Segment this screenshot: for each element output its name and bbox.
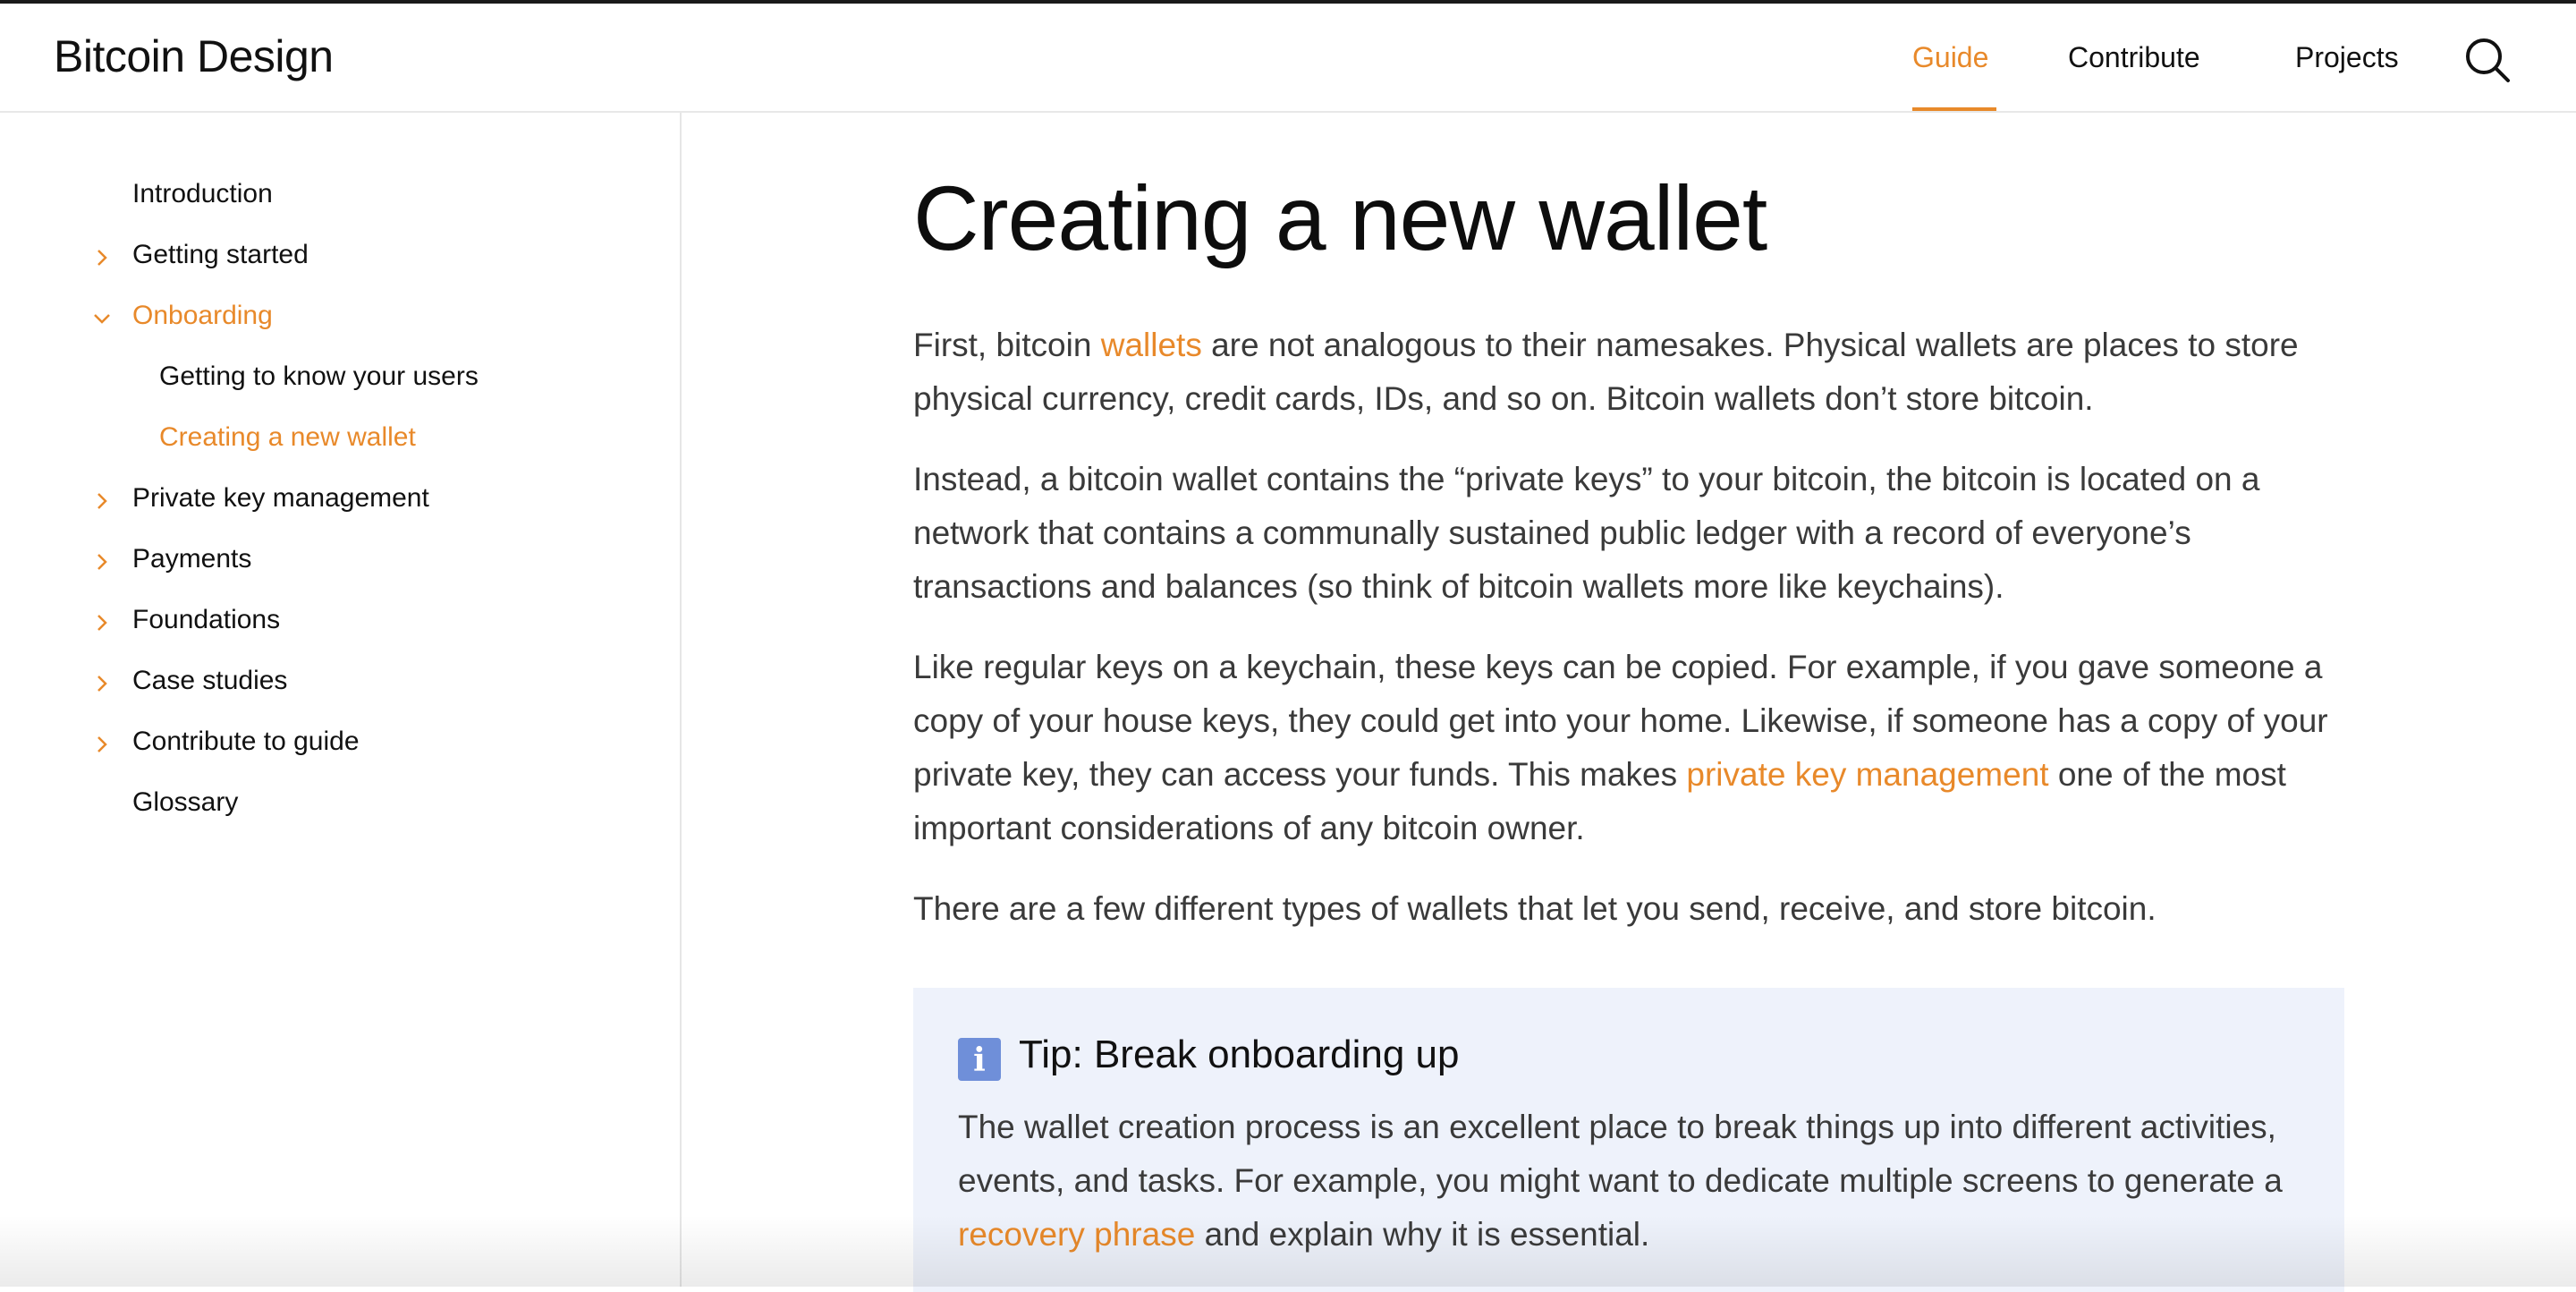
paragraph-private-keys: Instead, a bitcoin wallet contains the “… bbox=[913, 461, 2260, 605]
tip-text: The wallet creation process is an excell… bbox=[958, 1101, 2300, 1262]
sidebar-item-case-studies[interactable]: Case studies bbox=[132, 666, 287, 696]
paragraph-text: First, bitcoin bbox=[913, 327, 1101, 363]
brand-logo-link[interactable]: Bitcoin Design bbox=[54, 30, 334, 82]
nav-guide[interactable]: Guide bbox=[1912, 41, 1988, 74]
nav-active-indicator bbox=[1912, 107, 1996, 111]
sidebar-item-foundations[interactable]: Foundations bbox=[132, 605, 280, 635]
paragraph-intro: First, bitcoin wallets are not analogous… bbox=[913, 319, 2344, 426]
chevron-right-icon[interactable] bbox=[91, 612, 113, 633]
sidebar-item-glossary[interactable]: Glossary bbox=[132, 787, 238, 818]
tip-text-part: The wallet creation process is an excell… bbox=[958, 1109, 2283, 1199]
nav-projects[interactable]: Projects bbox=[2295, 41, 2399, 74]
wallets-link[interactable]: wallets bbox=[1101, 327, 1202, 363]
paragraph-keychain: Like regular keys on a keychain, these k… bbox=[913, 641, 2344, 855]
paragraph-wallet-types: There are a few different types of walle… bbox=[913, 890, 2157, 927]
tip-title: Tip: Break onboarding up bbox=[1019, 1033, 1460, 1076]
sidebar-item-getting-started[interactable]: Getting started bbox=[132, 240, 309, 270]
nav-contribute[interactable]: Contribute bbox=[2068, 41, 2200, 74]
private-key-management-link[interactable]: private key management bbox=[1686, 756, 2048, 793]
chevron-down-icon[interactable] bbox=[91, 308, 113, 329]
info-icon: i bbox=[958, 1038, 1001, 1081]
tip-text-part: and explain why it is essential. bbox=[1195, 1216, 1650, 1253]
sidebar-item-contribute-to-guide[interactable]: Contribute to guide bbox=[132, 727, 360, 757]
chevron-right-icon[interactable] bbox=[91, 734, 113, 755]
sidebar-item-introduction[interactable]: Introduction bbox=[132, 179, 273, 209]
recovery-phrase-link[interactable]: recovery phrase bbox=[958, 1216, 1195, 1253]
chevron-right-icon[interactable] bbox=[91, 551, 113, 573]
sidebar-item-private-key-management[interactable]: Private key management bbox=[132, 483, 429, 514]
sidebar-subitem-creating-new-wallet[interactable]: Creating a new wallet bbox=[159, 422, 416, 453]
sidebar-item-payments[interactable]: Payments bbox=[132, 544, 251, 574]
chevron-right-icon[interactable] bbox=[91, 490, 113, 512]
sidebar-item-onboarding[interactable]: Onboarding bbox=[132, 301, 273, 331]
tip-callout: i Tip: Break onboarding up The wallet cr… bbox=[913, 988, 2344, 1292]
guide-sidebar: Introduction Getting started Onboarding … bbox=[0, 113, 682, 1287]
chevron-right-icon[interactable] bbox=[91, 247, 113, 268]
info-icon-letter: i bbox=[973, 1041, 986, 1079]
site-header: Bitcoin Design Guide Contribute Projects bbox=[0, 4, 2576, 113]
chevron-right-icon[interactable] bbox=[91, 673, 113, 694]
search-button[interactable] bbox=[2462, 34, 2515, 88]
sidebar-subitem-getting-to-know-users[interactable]: Getting to know your users bbox=[159, 361, 479, 392]
search-icon bbox=[2466, 38, 2510, 82]
page-title: Creating a new wallet bbox=[913, 167, 1767, 269]
